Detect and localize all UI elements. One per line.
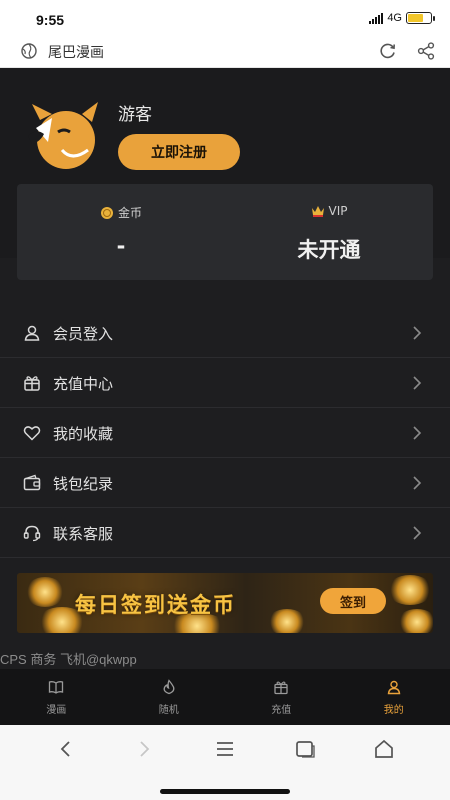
chevron-right-icon	[413, 476, 422, 490]
banner-text: 每日签到送金币	[75, 593, 236, 617]
coin-sparkle	[397, 609, 433, 633]
menu-item-recharge-center[interactable]: 充值中心	[0, 358, 450, 408]
register-button[interactable]: 立即注册	[118, 134, 240, 170]
menu-item-my-favorites[interactable]: 我的收藏	[0, 408, 450, 458]
menu-item-member-login[interactable]: 会员登入	[0, 308, 450, 358]
stats-card: 金币 - VIP 未开通	[17, 184, 433, 280]
coin-sparkle	[25, 577, 65, 607]
status-bar: 9:55 4G	[0, 0, 450, 34]
tab-bar: 漫画 随机 充值 我的	[0, 669, 450, 725]
tab-label: 充值	[271, 705, 292, 716]
chevron-right-icon	[413, 426, 422, 440]
tab-recharge[interactable]: 充值	[225, 669, 338, 725]
coin-sparkle	[387, 575, 433, 605]
tab-label: 我的	[383, 705, 404, 716]
tab-label: 漫画	[46, 705, 67, 716]
tab-mine[interactable]: 我的	[338, 669, 450, 725]
vip-label-row: VIP	[225, 204, 433, 218]
fox-avatar[interactable]	[22, 98, 100, 170]
headset-icon	[23, 525, 41, 542]
checkin-button[interactable]: 签到	[320, 588, 386, 614]
user-icon	[387, 680, 401, 695]
coins-value: -	[116, 234, 126, 258]
status-time: 9:55	[36, 12, 65, 28]
coins-label: 金币	[117, 206, 142, 220]
menu-icon[interactable]	[213, 737, 237, 761]
menu-item-label: 我的收藏	[53, 425, 114, 443]
coins-stat[interactable]: 金币 -	[17, 184, 225, 280]
gift-icon	[24, 376, 40, 391]
globe-icon	[21, 43, 37, 59]
battery-level	[408, 14, 424, 22]
browser-bar: 尾巴漫画	[0, 34, 450, 68]
tab-random[interactable]: 随机	[113, 669, 226, 725]
home-icon[interactable]	[372, 737, 396, 761]
vip-stat[interactable]: VIP 未开通	[225, 184, 433, 280]
vip-value: 未开通	[297, 238, 361, 262]
cps-contact-note: CPS 商务 飞机@qkwpp	[0, 652, 137, 667]
menu-item-label: 钱包纪录	[53, 475, 114, 493]
browser-title: 尾巴漫画	[48, 45, 104, 61]
coins-label-row: 金币	[17, 204, 225, 221]
browser-bottom-nav	[0, 725, 450, 800]
flame-icon	[163, 679, 175, 695]
coin-icon	[100, 206, 113, 219]
menu-list: 会员登入 充值中心 我的收藏 钱包纪录 联系客服	[0, 308, 450, 558]
forward-icon[interactable]	[132, 737, 156, 761]
tabs-icon[interactable]	[293, 737, 317, 761]
menu-item-label: 充值中心	[53, 375, 114, 393]
tab-label: 随机	[158, 705, 179, 716]
checkin-banner[interactable]: 每日签到送金币 签到	[17, 573, 433, 633]
status-right: 4G	[369, 12, 435, 24]
network-type: 4G	[387, 12, 402, 24]
chevron-right-icon	[413, 326, 422, 340]
coin-sparkle	[267, 609, 307, 633]
battery-icon	[406, 12, 435, 24]
screen: 9:55 4G 尾巴漫画 游客 立即注册 金币 - VIP 未开通 会员登入 充…	[0, 0, 450, 800]
user-icon	[24, 325, 40, 341]
menu-item-wallet-records[interactable]: 钱包纪录	[0, 458, 450, 508]
menu-item-label: 会员登入	[53, 325, 114, 343]
username: 游客	[118, 105, 152, 125]
tab-comics[interactable]: 漫画	[0, 669, 113, 725]
back-icon[interactable]	[54, 737, 78, 761]
book-icon	[49, 681, 64, 694]
chevron-right-icon	[413, 376, 422, 390]
home-indicator[interactable]	[160, 789, 290, 794]
heart-icon	[23, 426, 41, 441]
signal-icon	[369, 12, 384, 24]
share-icon[interactable]	[416, 41, 436, 61]
menu-item-label: 联系客服	[53, 525, 114, 543]
crown-icon	[311, 206, 324, 217]
chevron-right-icon	[413, 526, 422, 540]
menu-item-customer-service[interactable]: 联系客服	[0, 508, 450, 558]
wallet-icon	[23, 474, 41, 491]
gift-icon	[274, 681, 288, 695]
vip-label: VIP	[328, 204, 348, 218]
refresh-icon[interactable]	[378, 41, 398, 61]
